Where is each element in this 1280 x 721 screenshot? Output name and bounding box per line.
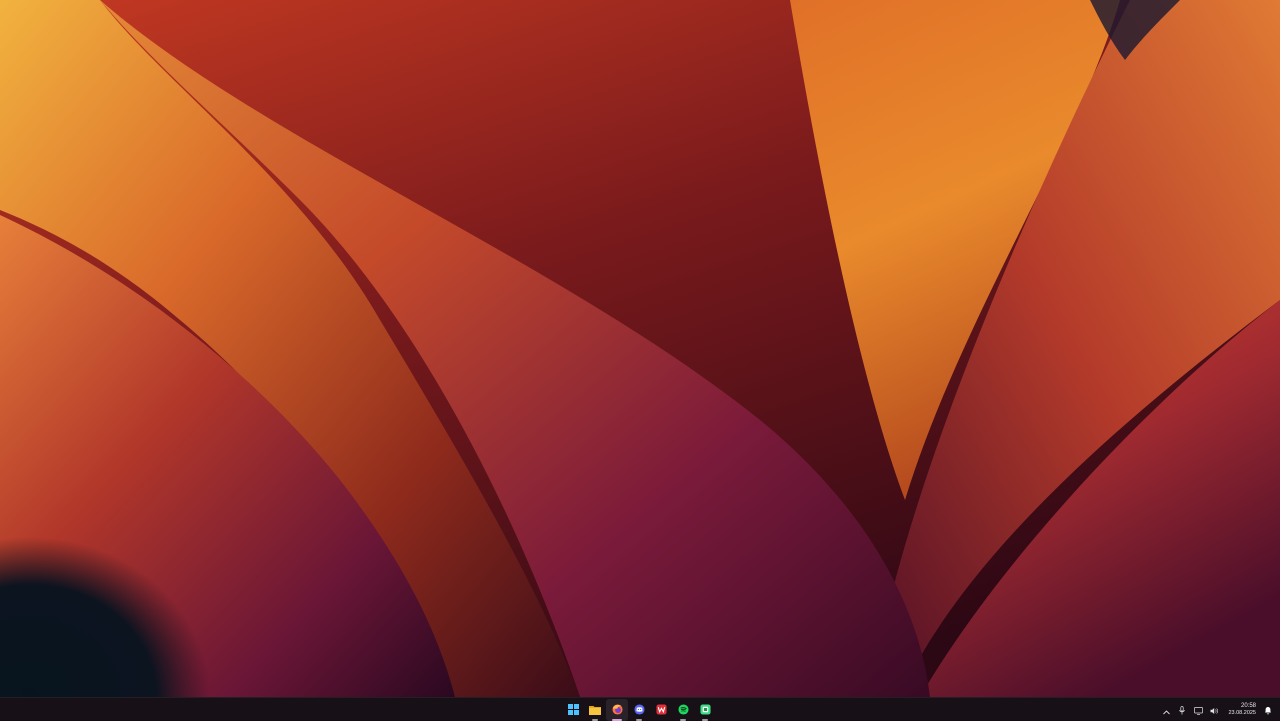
notification-bell-icon xyxy=(1264,700,1272,719)
clock-time: 20:58 xyxy=(1240,702,1256,709)
start-button[interactable] xyxy=(562,699,584,721)
system-tray: 20:58 23.08.2025 xyxy=(1158,698,1280,721)
taskbar-apps xyxy=(562,698,716,721)
file-explorer-button[interactable] xyxy=(584,699,606,721)
volume-button[interactable] xyxy=(1207,700,1221,720)
microphone-icon xyxy=(1179,700,1186,719)
taskbar: 20:58 23.08.2025 xyxy=(0,697,1280,721)
notifications-button[interactable] xyxy=(1261,700,1275,720)
android-app-button[interactable] xyxy=(694,699,716,721)
firefox-button[interactable] xyxy=(606,698,628,721)
windows-logo-icon xyxy=(567,700,579,719)
clock-date: 23.08.2025 xyxy=(1228,709,1256,716)
wps-office-button[interactable] xyxy=(650,699,672,721)
discord-button[interactable] xyxy=(628,699,650,721)
wallpaper-art xyxy=(0,0,1280,697)
wps-icon xyxy=(655,700,667,719)
spotify-icon xyxy=(677,700,689,719)
firefox-icon xyxy=(611,700,623,719)
discord-icon xyxy=(633,700,645,719)
network-button[interactable] xyxy=(1191,700,1205,720)
show-hidden-icons-button[interactable] xyxy=(1159,700,1173,720)
android-icon xyxy=(699,700,711,719)
spotify-button[interactable] xyxy=(672,699,694,721)
network-icon xyxy=(1194,700,1203,719)
folder-icon xyxy=(589,700,601,719)
volume-icon xyxy=(1210,700,1219,719)
chevron-up-icon xyxy=(1163,700,1170,719)
microphone-button[interactable] xyxy=(1175,700,1189,720)
clock[interactable]: 20:58 23.08.2025 xyxy=(1222,700,1260,720)
desktop-wallpaper xyxy=(0,0,1280,697)
